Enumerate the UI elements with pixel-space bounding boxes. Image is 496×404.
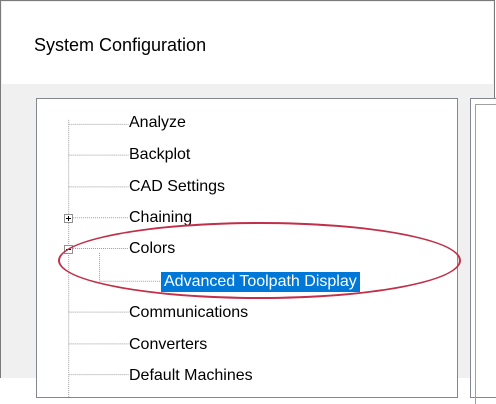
expand-chaining-icon[interactable] [64,214,73,223]
tree-item-label: Communications [129,304,249,321]
settings-panel-inner [475,104,496,404]
tree-item-backplot[interactable]: Backplot [129,145,190,165]
dialog-header: System Configuration [2,2,493,84]
tree-item-default-machines[interactable]: Default Machines [129,366,253,386]
tree-item-analyze[interactable]: Analyze [129,113,186,133]
tree-item-label: CAD Settings [129,178,226,195]
tree-item-label: Converters [129,336,208,353]
tree-item-label: Chaining [129,209,193,226]
tree-item-label: Backplot [129,146,191,163]
tree-item-label: Analyze [129,114,186,131]
tree-item-communications[interactable]: Communications [129,303,248,323]
highlight-annotation [58,222,461,299]
system-configuration-window: System Configuration Analyze Backplot CA… [0,0,496,404]
tree-item-cad-settings[interactable]: CAD Settings [129,177,225,197]
window-title: System Configuration [34,35,207,55]
tree-item-converters[interactable]: Converters [129,335,207,355]
tree-item-label: Default Machines [129,367,253,384]
